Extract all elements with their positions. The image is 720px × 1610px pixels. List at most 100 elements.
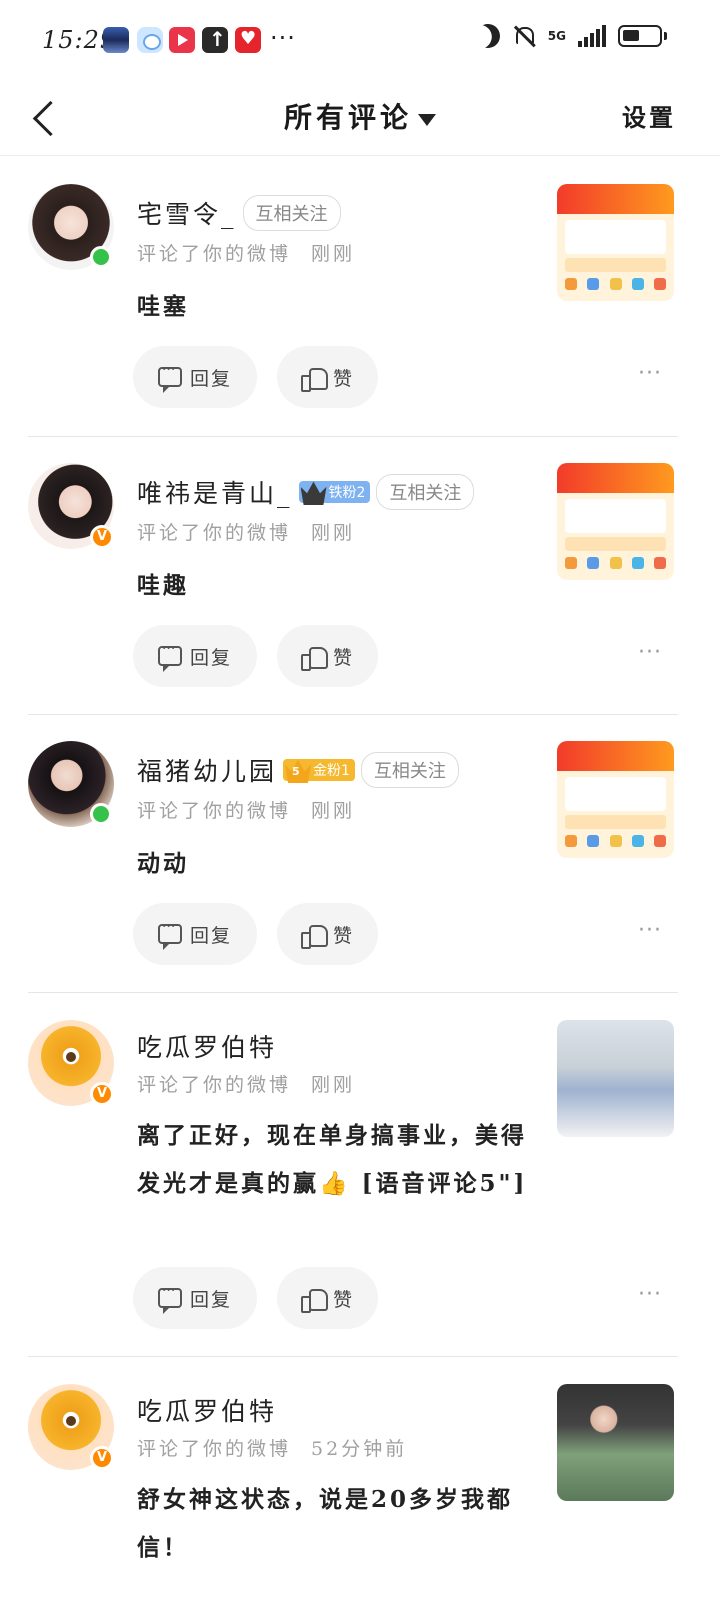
post-thumbnail[interactable]: [557, 1384, 674, 1501]
post-thumbnail[interactable]: [557, 184, 674, 301]
reply-button[interactable]: 回复: [133, 346, 257, 408]
mutual-follow-badge: 互相关注: [360, 752, 459, 788]
reply-label: 回复: [189, 646, 232, 669]
more-options-button[interactable]: ···: [638, 918, 662, 943]
avatar[interactable]: V: [28, 1020, 114, 1106]
online-status-badge: [90, 246, 112, 268]
comment-time: 刚刚: [311, 243, 356, 265]
like-button[interactable]: 赞: [277, 1267, 378, 1329]
comment-meta: 评论了你的微博 52分钟前: [137, 1434, 407, 1461]
reply-button[interactable]: 回复: [133, 903, 257, 965]
meta-action: 评论了你的微博: [137, 243, 292, 265]
username[interactable]: 吃瓜罗伯特: [137, 1028, 277, 1064]
fan-badge-label: 铁粉2: [328, 485, 366, 501]
comment-item: V 吃瓜罗伯特 评论了你的微博 52分钟前 舒女神这状态，说是20多岁我都信！: [0, 1356, 720, 1610]
username[interactable]: 吃瓜罗伯特: [137, 1392, 277, 1428]
username[interactable]: 唯祎是青山_: [137, 474, 293, 510]
more-options-button[interactable]: ···: [638, 640, 662, 665]
video-app-icon: [169, 27, 195, 53]
meta-action: 评论了你的微博: [137, 522, 292, 544]
comment-time: 刚刚: [311, 522, 356, 544]
comment-text: 哇塞: [137, 293, 189, 320]
page-title: 所有评论: [283, 101, 412, 134]
username[interactable]: 宅雪令_: [137, 195, 237, 231]
fan-level-badge: 5 金粉1: [283, 759, 355, 783]
comment-meta: 评论了你的微博 刚刚: [137, 518, 355, 545]
online-status-badge: [90, 803, 112, 825]
like-label: 赞: [332, 367, 354, 390]
fan-level-badge: 铁粉2: [298, 481, 371, 505]
shopping-app-icon: [235, 27, 261, 53]
comment-time: 52分钟前: [311, 1438, 408, 1460]
more-notifications-indicator: ···: [270, 24, 296, 52]
upload-app-icon: [202, 27, 228, 53]
reply-icon: [157, 1283, 182, 1314]
comment-text: 哇趣: [137, 572, 189, 599]
comment-item: V 吃瓜罗伯特 评论了你的微博 刚刚 离了正好，现在单身搞事业，美得发光才是真的赢…: [0, 992, 720, 1358]
status-bar: 15:29 ··· 5G: [0, 0, 720, 80]
network-type: 5G: [547, 29, 566, 43]
status-indicators: 5G: [476, 24, 667, 48]
comment-text: 舒女神这状态，说是20多岁我都信！: [137, 1486, 514, 1561]
like-label: 赞: [332, 924, 354, 947]
meta-action: 评论了你的微博: [137, 800, 292, 822]
post-thumbnail[interactable]: [557, 463, 674, 580]
reply-label: 回复: [189, 1288, 232, 1311]
reply-button[interactable]: 回复: [133, 625, 257, 687]
verified-v-badge: V: [90, 1446, 114, 1470]
comment-text: 动动: [137, 850, 189, 877]
comment-filter-dropdown[interactable]: 所有评论: [0, 96, 720, 136]
reply-label: 回复: [189, 924, 232, 947]
settings-button[interactable]: 设置: [622, 98, 676, 133]
crown-icon: [300, 481, 327, 505]
like-button[interactable]: 赞: [277, 903, 378, 965]
fan-badge-label: 金粉1: [313, 763, 350, 779]
comment-meta: 评论了你的微博 刚刚: [137, 239, 355, 266]
fan-badge-level: 5: [292, 765, 300, 778]
wallpaper-app-icon: [103, 27, 129, 53]
bell-off-icon: [512, 24, 536, 48]
comment-item: 福猪幼儿园 5 金粉1 互相关注 评论了你的微博刚刚 动动 回复 赞 ···: [0, 714, 720, 994]
comment-item: 宅雪令_ 互相关注 评论了你的微博刚刚 哇塞 回复 赞 ···: [0, 157, 720, 437]
comment-meta: 评论了你的微博 刚刚: [137, 1070, 355, 1097]
cloud-app-icon: [137, 27, 163, 53]
meta-action: 评论了你的微博: [137, 1438, 292, 1460]
mutual-follow-badge: 互相关注: [242, 195, 341, 231]
thumbs-up-icon: [300, 366, 328, 392]
nav-bar: 所有评论 设置: [0, 80, 720, 156]
thumbs-up-icon: [300, 1287, 328, 1313]
reply-icon: [157, 641, 182, 672]
comment-time: 刚刚: [311, 1074, 356, 1096]
avatar[interactable]: V: [28, 1384, 114, 1470]
comment-time: 刚刚: [311, 800, 356, 822]
username[interactable]: 福猪幼儿园: [137, 752, 277, 788]
signal-icon: [578, 25, 606, 47]
comment-meta: 评论了你的微博 刚刚: [137, 796, 355, 823]
caret-down-icon: [418, 113, 436, 126]
reply-label: 回复: [189, 367, 232, 390]
avatar[interactable]: [28, 184, 114, 270]
avatar[interactable]: V: [28, 463, 114, 549]
like-button[interactable]: 赞: [277, 625, 378, 687]
like-button[interactable]: 赞: [277, 346, 378, 408]
verified-v-badge: V: [90, 525, 114, 549]
like-label: 赞: [332, 646, 354, 669]
verified-v-badge: V: [90, 1082, 114, 1106]
battery-icon: [618, 25, 667, 47]
thumbs-up-icon: [300, 645, 328, 671]
moon-icon: [472, 21, 503, 52]
thumbs-up-icon: [300, 923, 328, 949]
like-label: 赞: [332, 1288, 354, 1311]
reply-icon: [157, 919, 182, 950]
reply-button[interactable]: 回复: [133, 1267, 257, 1329]
avatar[interactable]: [28, 741, 114, 827]
comment-text: 离了正好，现在单身搞事业，美得发光才是真的赢👍 [语音评论5"]: [137, 1122, 528, 1197]
more-options-button[interactable]: ···: [638, 361, 662, 386]
post-thumbnail[interactable]: [557, 741, 674, 858]
comment-item: V 唯祎是青山_ 铁粉2 互相关注 评论了你的微博刚刚 哇趣 回复 赞 ···: [0, 436, 720, 716]
meta-action: 评论了你的微博: [137, 1074, 292, 1096]
reply-icon: [157, 362, 182, 393]
mutual-follow-badge: 互相关注: [376, 474, 475, 510]
more-options-button[interactable]: ···: [638, 1282, 662, 1307]
post-thumbnail[interactable]: [557, 1020, 674, 1137]
